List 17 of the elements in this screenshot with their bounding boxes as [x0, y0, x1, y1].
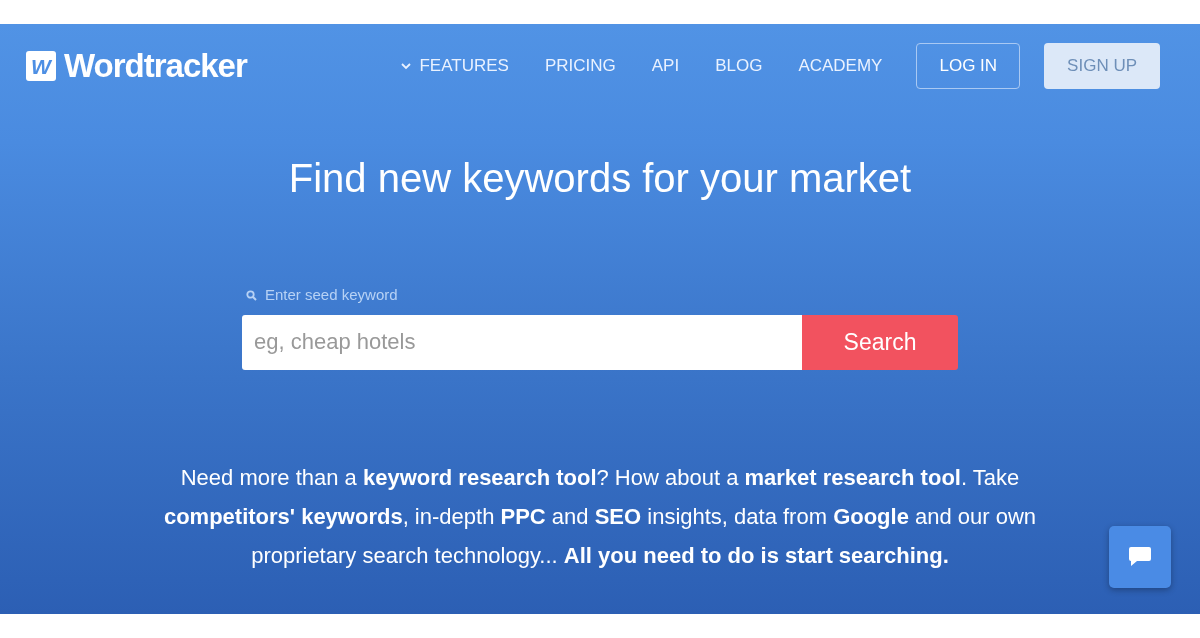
login-button[interactable]: LOG IN [916, 43, 1021, 89]
field-label: Enter seed keyword [265, 285, 398, 305]
nav-link[interactable]: PRICING [526, 53, 634, 79]
description-text: Need more than a keyword research tool? How about a market research tool. Take competitors' keywords, in-depth PPC and SEO insights, data from Google and our own proprietary search technology... All you need to do is start searching. [162, 463, 1038, 570]
signup-button[interactable]: SIGN UP [1044, 43, 1160, 89]
nav-link[interactable]: ACADEMY [780, 53, 901, 79]
headline: Find new keywords for your market [287, 155, 913, 202]
chat-button[interactable] [1109, 526, 1171, 588]
nav-link[interactable]: BLOG [697, 53, 781, 79]
nav-link[interactable]: API [633, 53, 698, 79]
logo-name[interactable]: Wordtracker [64, 41, 247, 91]
chat-icon [1128, 546, 1152, 568]
keyword-input[interactable]: eg, cheap hotels [242, 314, 802, 370]
search-icon [246, 289, 257, 301]
nav-link[interactable]: FEATURES [383, 53, 527, 79]
search-button[interactable]: Search [802, 314, 958, 370]
logo-mark[interactable]: W [26, 51, 56, 81]
